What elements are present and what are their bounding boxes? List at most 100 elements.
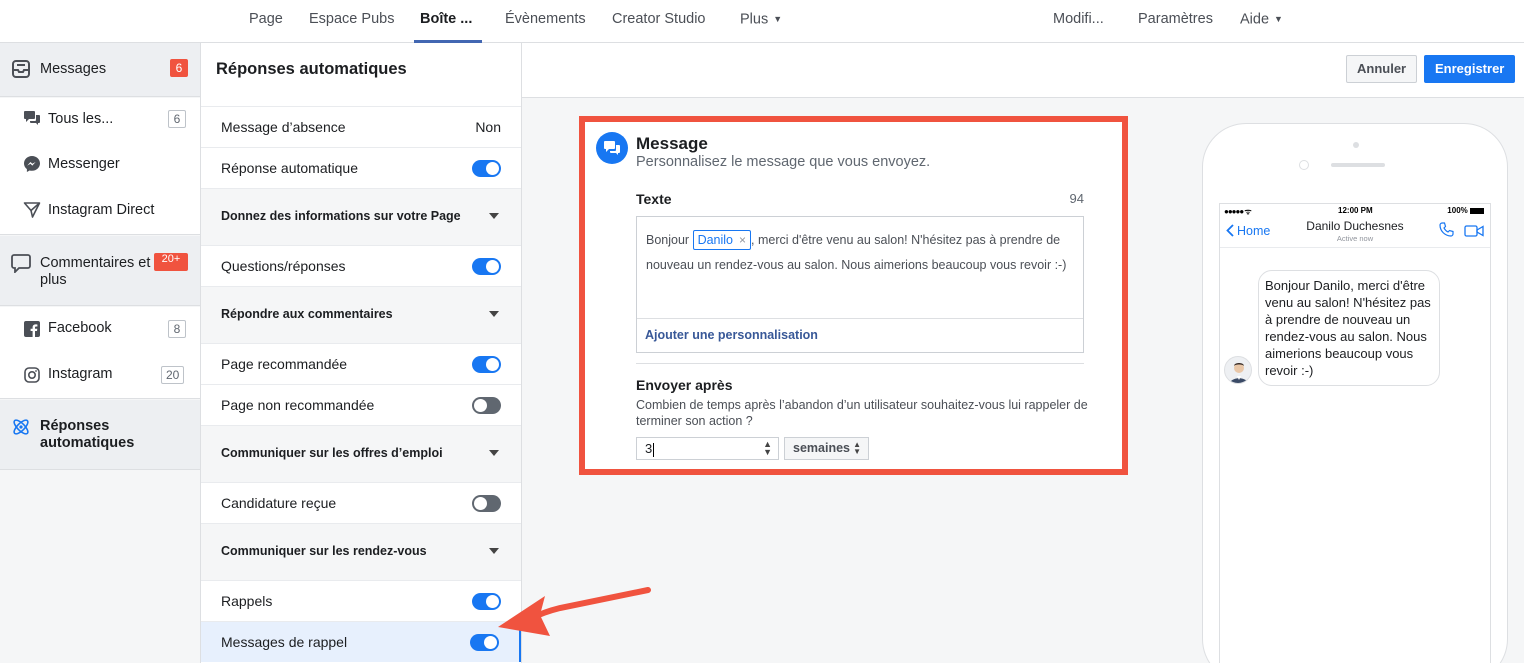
close-icon[interactable]: ×	[739, 233, 746, 247]
message-textarea[interactable]: Bonjour Danilo ×, merci d'être venu au sa…	[636, 216, 1084, 353]
save-button[interactable]: Enregistrer	[1424, 55, 1516, 83]
tab-espace-pubs[interactable]: Espace Pubs	[309, 0, 394, 43]
caret-down-icon: ▼	[773, 14, 783, 24]
sidebar-item-label: Facebook	[48, 320, 112, 336]
tab-parametres[interactable]: Paramètres	[1138, 0, 1213, 43]
comment-icon	[11, 253, 31, 273]
first-name-token[interactable]: Danilo ×	[692, 230, 752, 250]
chat-bubbles-icon	[22, 108, 42, 128]
sidebar-item-label: Tous les...	[48, 111, 114, 127]
section-label: Donnez des informations sur votre Page	[221, 209, 461, 223]
battery-icon	[1470, 207, 1484, 214]
camera-dot	[1353, 142, 1359, 148]
row-page-recommandee[interactable]: Page recommandée	[201, 343, 521, 384]
toggle-switch[interactable]	[472, 356, 501, 373]
toggle-switch[interactable]	[472, 160, 501, 177]
sidebar-item-commentaires[interactable]: Commentaires et plus 20+	[0, 236, 200, 306]
inbox-icon	[11, 59, 31, 79]
avatar	[1224, 356, 1252, 384]
tab-boite[interactable]: Boîte ...	[413, 0, 483, 43]
divider	[636, 363, 1084, 364]
toggle-switch[interactable]	[472, 397, 501, 414]
sidebar-item-label: Réponses automatiques	[40, 418, 135, 451]
select-arrows-icon: ▲ ▼	[853, 440, 861, 456]
messenger-icon	[22, 154, 42, 174]
tab-aide[interactable]: Aide ▼	[1240, 0, 1283, 43]
count-badge: 20	[161, 366, 185, 384]
cancel-button[interactable]: Annuler	[1346, 55, 1418, 83]
tab-modifier-label: Modifi...	[1053, 11, 1104, 27]
stepper-arrows-icon[interactable]: ▲ ▼	[763, 440, 772, 457]
video-icon[interactable]	[1464, 224, 1484, 240]
card-subtitle: Personnalisez le message que vous envoye…	[636, 154, 931, 170]
facebook-icon	[22, 319, 42, 339]
section-rendez-vous[interactable]: Communiquer sur les rendez-vous	[201, 523, 521, 580]
section-offres-emploi[interactable]: Communiquer sur les offres d’emploi	[201, 425, 521, 482]
sidebar: Messages 6 Tous les... 6 Messenger Insta…	[0, 43, 201, 663]
tab-aide-label: Aide	[1240, 11, 1270, 28]
row-rappels[interactable]: Rappels	[201, 580, 521, 621]
sidebar-item-messenger[interactable]: Messenger	[0, 143, 200, 187]
row-candidature-recue[interactable]: Candidature reçue	[201, 482, 521, 523]
sidebar-item-instagram[interactable]: Instagram 20	[0, 353, 200, 397]
sidebar-item-label: Instagram Direct	[48, 202, 155, 218]
sidebar-item-reponses-automatiques[interactable]: Réponses automatiques	[0, 400, 200, 470]
row-message-absence[interactable]: Message d’absence Non	[201, 106, 521, 147]
delay-amount-input[interactable]: 3 ▲ ▼	[636, 437, 779, 460]
chat-header: Home Danilo Duchesnes Active now	[1220, 216, 1490, 248]
message-icon	[596, 132, 628, 164]
tab-creator-studio-label: Creator Studio	[612, 11, 706, 27]
section-label: Communiquer sur les offres d’emploi	[221, 446, 443, 460]
sidebar-item-facebook[interactable]: Facebook 8	[0, 307, 200, 351]
tab-page[interactable]: Page	[249, 0, 283, 43]
status-bar: ●●●●● ᯤ 12:00 PM 100%	[1220, 204, 1490, 216]
toggle-switch[interactable]	[470, 634, 499, 651]
section-commentaires[interactable]: Répondre aux commentaires	[201, 286, 521, 343]
unread-badge: 20+	[154, 253, 188, 271]
sidebar-item-label: Messenger	[48, 156, 120, 172]
row-page-non-recommandee[interactable]: Page non recommandée	[201, 384, 521, 425]
toggle-switch[interactable]	[472, 258, 501, 275]
add-personalization-label: Ajouter une personnalisation	[645, 328, 818, 342]
tab-creator-studio[interactable]: Creator Studio	[612, 0, 706, 43]
toggle-switch[interactable]	[472, 593, 501, 610]
section-infos-page[interactable]: Donnez des informations sur votre Page	[201, 188, 521, 245]
section-label: Répondre aux commentaires	[221, 307, 393, 321]
tab-evenements-label: Évènements	[505, 11, 586, 27]
row-value: Non	[475, 119, 501, 135]
sidebar-item-instagram-direct[interactable]: Instagram Direct	[0, 189, 200, 233]
tab-modifier[interactable]: Modifi...	[1053, 0, 1104, 43]
row-reponse-automatique[interactable]: Réponse automatique	[201, 147, 521, 188]
caret-down-icon: ▼	[1274, 14, 1283, 24]
count-badge: 6	[168, 110, 186, 128]
chevron-down-icon	[489, 450, 499, 456]
instagram-icon	[22, 365, 42, 385]
add-personalization-link[interactable]: Ajouter une personnalisation	[637, 318, 1083, 352]
tab-plus[interactable]: Plus ▼	[740, 0, 782, 43]
char-count: 94	[1069, 191, 1084, 206]
text-label: Texte	[636, 191, 672, 207]
phone-preview: ●●●●● ᯤ 12:00 PM 100% Home Danilo Duches…	[1202, 123, 1508, 663]
row-questions-reponses[interactable]: Questions/réponses	[201, 245, 521, 286]
row-label: Candidature reçue	[221, 495, 337, 511]
tab-page-label: Page	[249, 11, 283, 27]
phone-screen: ●●●●● ᯤ 12:00 PM 100% Home Danilo Duches…	[1219, 203, 1491, 663]
section-label: Communiquer sur les rendez-vous	[221, 544, 427, 558]
delay-unit-value: semaines	[793, 441, 850, 455]
tab-evenements[interactable]: Évènements	[505, 0, 586, 43]
chevron-down-icon	[489, 213, 499, 219]
status-time: 12:00 PM	[1338, 206, 1373, 215]
sidebar-item-messages[interactable]: Messages 6	[0, 43, 200, 97]
sidebar-item-tous[interactable]: Tous les... 6	[0, 98, 200, 142]
phone-icon[interactable]	[1439, 222, 1454, 240]
message-editor-card: Message Personnalisez le message que vou…	[579, 116, 1128, 475]
token-label: Danilo	[697, 233, 733, 247]
tab-plus-label: Plus	[740, 11, 769, 28]
toggle-switch[interactable]	[472, 495, 501, 512]
unread-badge: 6	[170, 59, 188, 77]
delay-unit-select[interactable]: semaines ▲ ▼	[784, 437, 869, 460]
atom-icon	[11, 417, 31, 437]
sidebar-item-label: Messages	[40, 61, 107, 77]
row-messages-de-rappel[interactable]: Messages de rappel	[201, 621, 521, 662]
send-after-description: Combien de temps après l’abandon d’un ut…	[636, 398, 1088, 428]
